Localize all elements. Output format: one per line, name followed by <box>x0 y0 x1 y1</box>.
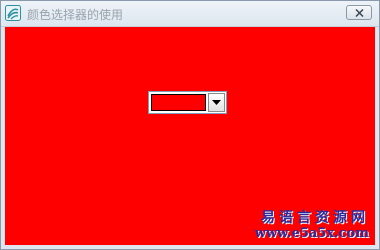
color-picker[interactable] <box>148 91 227 114</box>
site-watermark: 易语言资源网 www.e5a5x.com <box>255 210 369 241</box>
watermark-url-text: www.e5a5x.com <box>254 226 369 241</box>
app-window: 颜色选择器的使用 易语言资源网 www.e5a5x.com <box>0 0 380 250</box>
color-dropdown-button[interactable] <box>208 93 225 112</box>
window-title: 颜色选择器的使用 <box>27 8 124 22</box>
close-button[interactable] <box>346 5 372 20</box>
watermark-chinese-text: 易语言资源网 <box>261 210 369 226</box>
client-area: 易语言资源网 www.e5a5x.com <box>5 27 375 245</box>
chevron-down-icon <box>212 100 221 105</box>
close-icon <box>355 9 364 17</box>
title-bar[interactable]: 颜色选择器的使用 <box>1 1 379 27</box>
selected-color-swatch <box>151 94 206 111</box>
app-icon <box>5 5 21 21</box>
